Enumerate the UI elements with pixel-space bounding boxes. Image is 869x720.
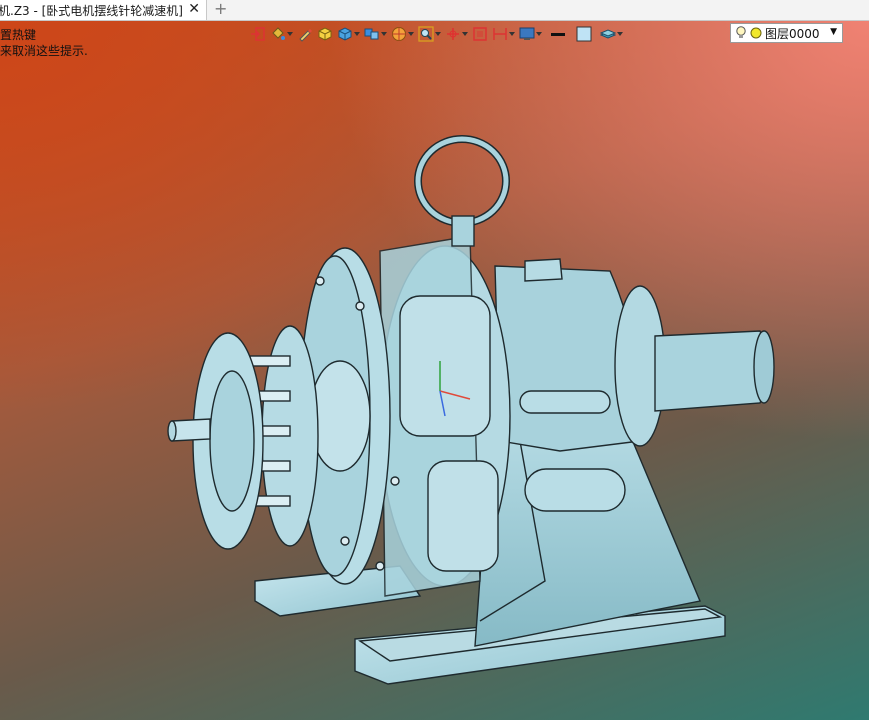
tab-strip: 机.Z3 - [卧式电机摆线针轮减速机] ✕ + [0, 0, 869, 21]
gear-reducer-model[interactable] [0, 21, 869, 720]
3d-viewport[interactable]: 置热键 来取消这些提示. 图层0000 ▼ [0, 21, 869, 720]
close-icon[interactable]: ✕ [188, 1, 200, 17]
zw3d-window: 机.Z3 - [卧式电机摆线针轮减速机] ✕ + 置热键 来取消这些提示. 图层… [0, 0, 869, 720]
new-tab-icon[interactable]: + [214, 0, 227, 18]
document-tab[interactable]: 机.Z3 - [卧式电机摆线针轮减速机] ✕ [0, 0, 207, 20]
document-tab-title: 机.Z3 - [卧式电机摆线针轮减速机] [0, 3, 183, 18]
